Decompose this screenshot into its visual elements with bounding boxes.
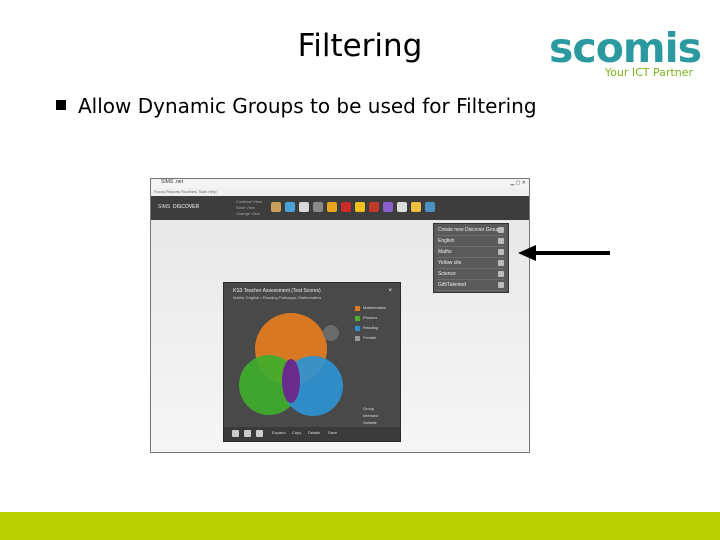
bullet-text: Allow Dynamic Groups to be used for Filt… [78, 94, 537, 118]
bullet-point: Allow Dynamic Groups to be used for Filt… [56, 94, 537, 118]
discover-label: DISCOVER [173, 204, 200, 210]
legend-item[interactable]: Mathematics [355, 305, 395, 315]
legend-label: Mathematics [363, 305, 386, 310]
app-screenshot: SIMS .net ▁ ▢ ✕ Focus Reports Routines T… [150, 178, 530, 453]
window-title: SIMS .net [161, 179, 183, 185]
home-button[interactable]: SIMS [158, 204, 170, 210]
dropdown-item-label: Maths [438, 249, 452, 255]
toolbar-sub-item[interactable]: Save View [236, 205, 255, 210]
legend-label: Reading [363, 325, 378, 330]
bullet-marker [56, 100, 66, 110]
dropdown-item[interactable]: Science [437, 270, 505, 280]
dropdown-item-label: Gift/Talented [438, 282, 467, 288]
toolbar-sub-item[interactable]: Change View [236, 211, 260, 216]
legend-item[interactable]: Female [355, 335, 395, 345]
tool-icon-10[interactable] [397, 202, 407, 212]
footer-band [0, 512, 720, 540]
details-button[interactable]: Details [308, 430, 320, 435]
edit-icon[interactable] [498, 260, 504, 266]
tool-icon-5[interactable] [327, 202, 337, 212]
panel-title: KS3 Teacher Assessment (Test Scores) [233, 288, 321, 294]
save-button[interactable]: Save [328, 430, 337, 435]
tool-icon-9[interactable] [383, 202, 393, 212]
scomis-logo: scomis Your ICT Partner [549, 22, 702, 82]
key-item: Outside [363, 420, 377, 425]
venn-panel: KS3 Teacher Assessment (Test Scores) Mat… [223, 282, 401, 442]
legend-label: Phonics [363, 315, 378, 320]
key-item: Intersect [363, 413, 379, 418]
edit-icon[interactable] [498, 238, 504, 244]
dropdown-item-label: Science [438, 271, 456, 277]
window-controls[interactable]: ▁ ▢ ✕ [510, 180, 526, 186]
dropdown-item-label: Create new Discover Group [438, 227, 500, 233]
tool-icon-7[interactable] [355, 202, 365, 212]
venn-key: Group Intersect Outside [363, 406, 378, 427]
user-icon[interactable] [256, 430, 263, 437]
settings-icon[interactable] [232, 430, 239, 437]
expand-button[interactable]: Expand [272, 430, 286, 435]
legend-swatch [355, 326, 360, 331]
logo-tagline: Your ICT Partner [604, 66, 693, 79]
dropdown-item[interactable]: Yellow site [437, 259, 505, 269]
tool-icon-6[interactable] [341, 202, 351, 212]
close-icon[interactable]: × [388, 288, 392, 294]
dropdown-item-label: English [438, 238, 455, 244]
logo-word: scomis [549, 24, 702, 72]
edit-icon[interactable] [498, 227, 504, 233]
legend-swatch [355, 316, 360, 321]
tool-icon-11[interactable] [411, 202, 421, 212]
dropdown-item[interactable]: Maths [437, 248, 505, 258]
edit-icon[interactable] [498, 271, 504, 277]
legend-swatch [355, 306, 360, 311]
key-item: Group [363, 406, 375, 411]
toolbar-sub-item[interactable]: Continue View [236, 199, 262, 204]
panel-bottom-bar: Expand Copy Details Save [224, 427, 400, 441]
menu-text[interactable]: Focus Reports Routines Tools Help [154, 189, 217, 194]
dropdown-item[interactable]: Gift/Talented [437, 281, 505, 291]
copy-button[interactable]: Copy [292, 430, 301, 435]
venn-intersection [282, 359, 300, 403]
tool-icon-3[interactable] [299, 202, 309, 212]
dropdown-item[interactable]: Create new Discover Group [437, 226, 505, 236]
tool-icon-1[interactable] [271, 202, 281, 212]
legend-label: Female [363, 335, 377, 340]
tool-icon-4[interactable] [313, 202, 323, 212]
dropdown-item-label: Yellow site [438, 260, 462, 266]
tool-icon-8[interactable] [369, 202, 379, 212]
edit-icon[interactable] [498, 282, 504, 288]
toolbar: SIMS DISCOVER Continue View Save View Ch… [151, 196, 529, 220]
edit-icon[interactable] [498, 249, 504, 255]
legend-swatch [355, 336, 360, 341]
filter-icon[interactable] [244, 430, 251, 437]
venn-circle-grey [323, 325, 339, 341]
dropdown-item[interactable]: English [437, 237, 505, 247]
arrow-left-icon [518, 245, 610, 261]
venn-legend: Mathematics Phonics Reading Female [355, 305, 395, 345]
tool-icon-2[interactable] [285, 202, 295, 212]
group-dropdown: Create new Discover Group English Maths Yel… [433, 223, 509, 293]
panel-subtitle: Maths, English • Reading Pathways, Mathe… [233, 295, 322, 300]
tool-icon-12[interactable] [425, 202, 435, 212]
legend-item[interactable]: Phonics [355, 315, 395, 325]
legend-item[interactable]: Reading [355, 325, 395, 335]
